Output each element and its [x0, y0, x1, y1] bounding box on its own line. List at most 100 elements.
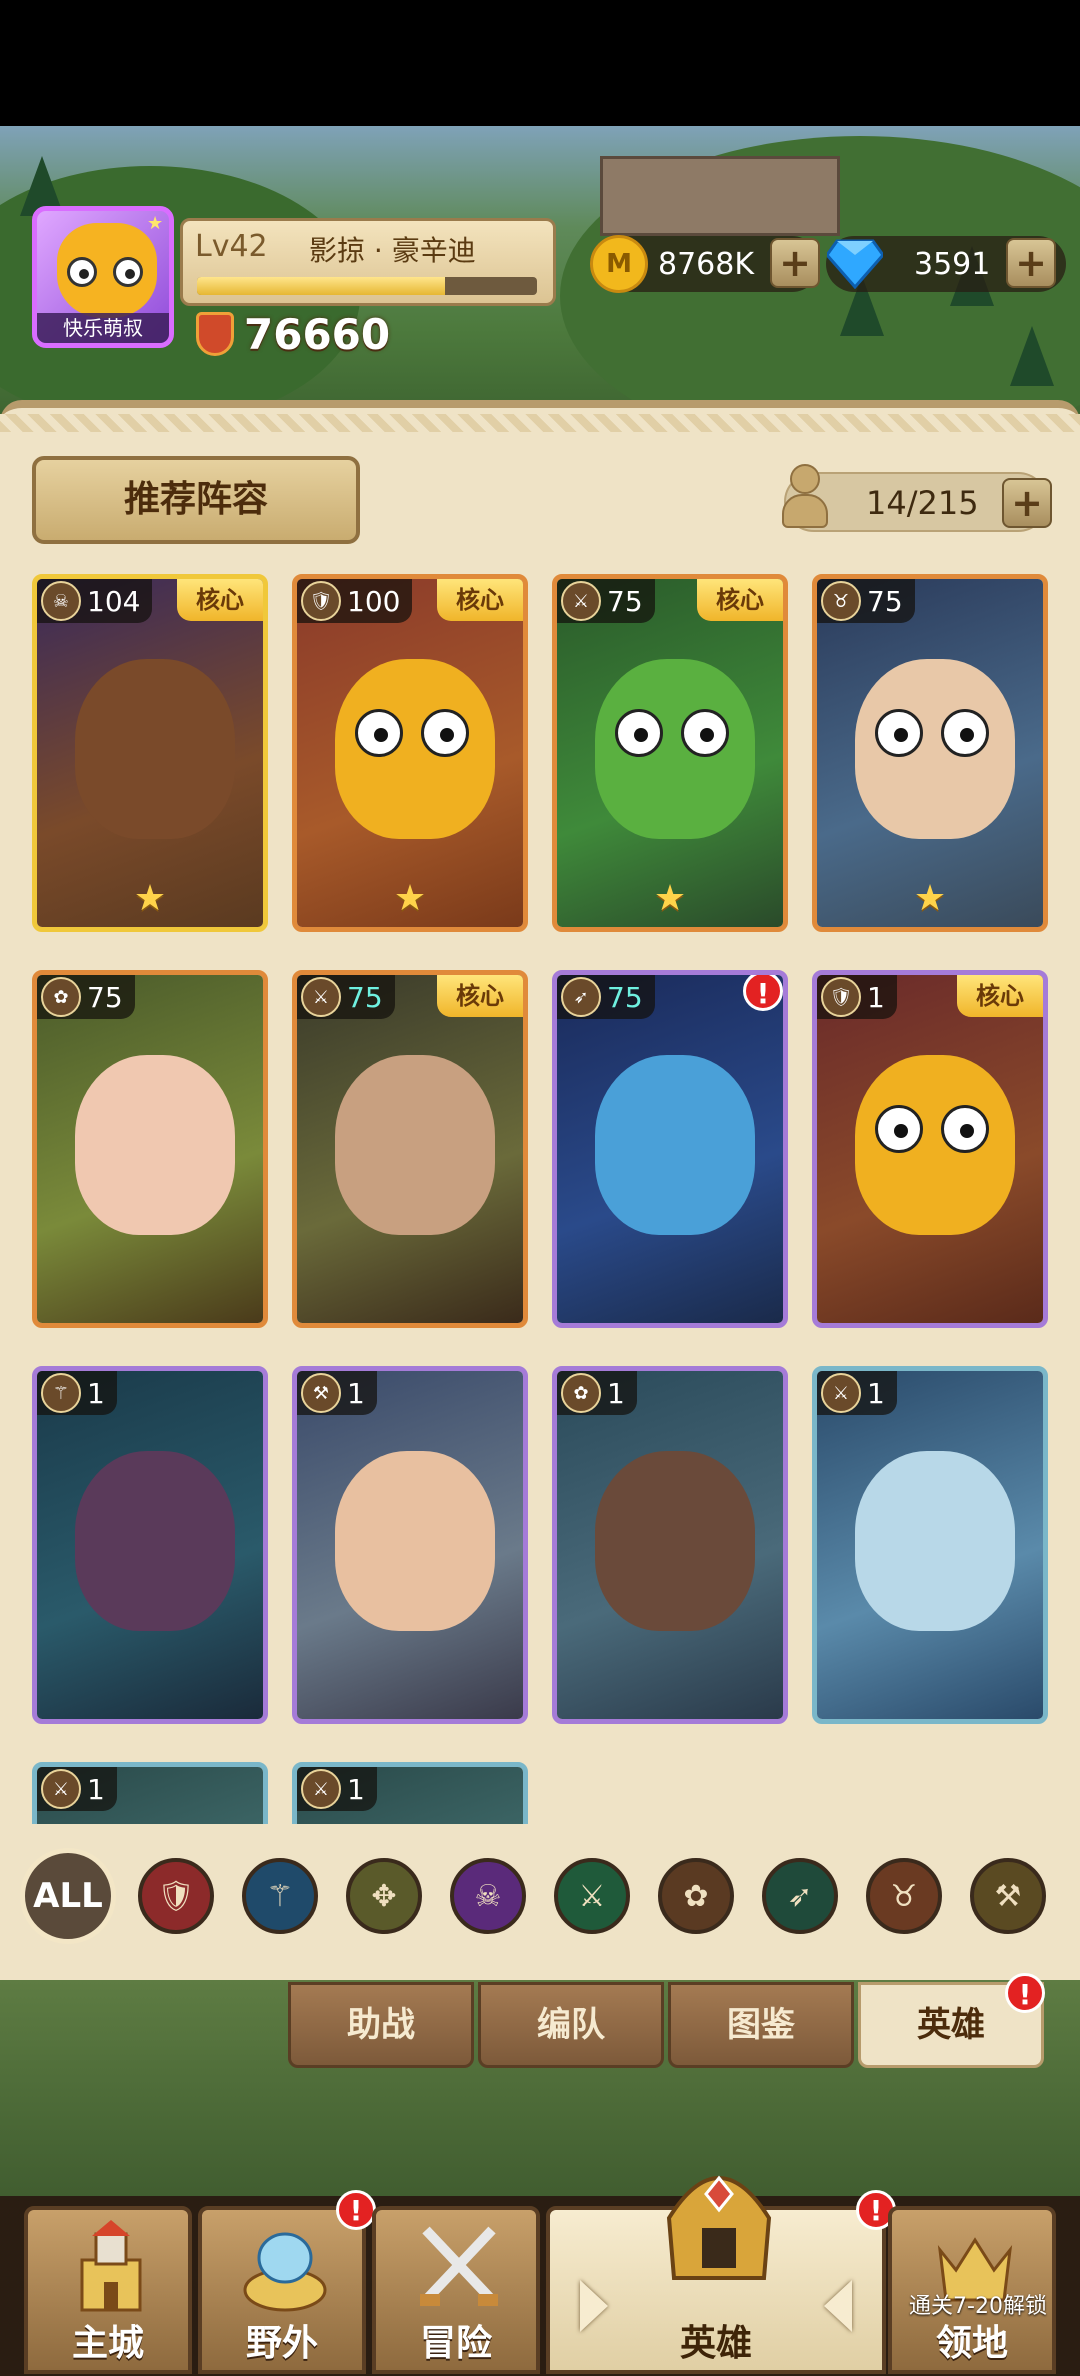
crossed-swords-icon: ⚔ — [821, 1373, 861, 1413]
hero-level-badge: ⚔ 75 — [557, 579, 655, 623]
hero-level-badge: ⚒ 1 — [297, 1371, 377, 1415]
gold-coin-icon: M — [590, 235, 648, 293]
add-hero-slot-button[interactable]: + — [1002, 478, 1052, 528]
nav-wild[interactable]: 野外 ! — [198, 2190, 376, 2374]
crossed-swords-icon: ⚔ — [41, 1769, 81, 1809]
hero-level: 100 — [347, 584, 401, 618]
hero-card[interactable]: ☠ 104 核心 ★ — [32, 574, 268, 932]
hero-card[interactable]: ⚔ 1 — [812, 1366, 1048, 1724]
tab-codex[interactable]: 图鉴 — [668, 1982, 854, 2068]
star-icon: ★ — [147, 213, 164, 234]
tab-formation[interactable]: 编队 — [478, 1982, 664, 2068]
shield-icon: 🛡 — [301, 581, 341, 621]
hero-level-badge: ⚔ 75 — [297, 975, 395, 1019]
player-info-panel[interactable]: Lv42 影掠 · 豪辛迪 — [180, 218, 556, 306]
hero-card[interactable]: ⚔ 75 核心 — [292, 970, 528, 1328]
player-avatar[interactable]: ★ 快乐萌叔 — [32, 206, 174, 348]
nav-adventure[interactable]: 冒险 — [372, 2206, 540, 2374]
hero-portrait — [37, 579, 263, 927]
hero-portrait — [37, 975, 263, 1323]
hero-card[interactable]: ♉ 75 ★ — [812, 574, 1048, 932]
hero-card[interactable]: 🛡 1 核心 — [812, 970, 1048, 1328]
add-diamond-button[interactable]: + — [1006, 238, 1056, 288]
hero-level: 1 — [87, 1772, 105, 1806]
filter-horned-skull-icon[interactable]: ♉ — [866, 1858, 942, 1934]
hero-level: 75 — [607, 980, 643, 1014]
crossed-swords-icon — [416, 2220, 502, 2320]
hero-level-badge: ♉ 75 — [817, 579, 915, 623]
tab-assist[interactable]: 助战 — [288, 1982, 474, 2068]
hero-card[interactable]: ✿ 1 — [552, 1366, 788, 1724]
hero-portrait — [557, 1371, 783, 1719]
hero-level: 1 — [607, 1376, 625, 1410]
hero-level: 75 — [87, 980, 123, 1014]
skull-icon: ☠ — [41, 581, 81, 621]
star-icon: ★ — [913, 878, 947, 919]
hero-level: 1 — [867, 1376, 885, 1410]
hero-portrait — [557, 579, 783, 927]
hero-tab-alert-icon: ! — [1005, 1973, 1045, 2013]
filter-winged-icon[interactable]: ✥ — [346, 1858, 422, 1934]
hero-grid: ☠ 104 核心 ★ 🛡 100 核心 ★ ⚔ 75 核心 ★ ♉ 75 ★ ✿ 75 ⚔ 75 核心 ➶ 75! 🛡 1 核心… — [32, 574, 1052, 1824]
hero-card[interactable]: ⚒ 1 — [292, 1366, 528, 1724]
filter-all-button[interactable]: ALL — [20, 1848, 116, 1944]
hero-card[interactable]: ⚚ 1 — [32, 1366, 268, 1724]
wild-alert-icon: ! — [336, 2190, 376, 2230]
player-name: 影掠 · 豪辛迪 — [309, 234, 476, 267]
exp-bar — [197, 277, 537, 295]
filter-bow-icon[interactable]: ➶ — [762, 1858, 838, 1934]
hero-portrait — [297, 1371, 523, 1719]
filter-shield-icon[interactable]: 🛡 — [138, 1858, 214, 1934]
castle-icon — [68, 2220, 154, 2320]
shield-icon: 🛡 — [821, 977, 861, 1017]
hero-card[interactable]: ⚔ 1 — [292, 1762, 528, 1824]
portal-icon — [242, 2220, 328, 2320]
core-tag: 核心 — [697, 579, 783, 621]
nav-hero[interactable]: 英雄 ! — [546, 2175, 896, 2374]
diamond-icon — [826, 235, 884, 293]
hero-level-badge: 🛡 100 — [297, 579, 413, 623]
crossed-swords-icon: ⚔ — [561, 581, 601, 621]
hero-alert-icon: ! — [743, 975, 783, 1011]
core-tag: 核心 — [177, 579, 263, 621]
nav-main-city[interactable]: 主城 — [24, 2206, 192, 2374]
paw-icon: ✿ — [41, 977, 81, 1017]
diamond-value: 3591 — [914, 246, 991, 282]
hero-card[interactable]: ➶ 75! — [552, 970, 788, 1328]
hero-level-badge: ✿ 75 — [37, 975, 135, 1019]
status-bar-area — [0, 0, 1080, 126]
exp-fill — [197, 277, 446, 295]
axe-icon: ⚒ — [301, 1373, 341, 1413]
hero-level-badge: ⚚ 1 — [37, 1371, 117, 1415]
avatar-name: 快乐萌叔 — [37, 313, 169, 343]
hero-level: 1 — [347, 1772, 365, 1806]
gold-value: 8768K — [658, 246, 755, 282]
recommend-lineup-button[interactable]: 推荐阵容 — [32, 456, 360, 544]
tab-hero[interactable]: 英雄 ! — [858, 1973, 1045, 2068]
filter-staff-icon[interactable]: ⚚ — [242, 1858, 318, 1934]
add-gold-button[interactable]: + — [770, 238, 820, 288]
hero-level-badge: ✿ 1 — [557, 1371, 637, 1415]
hero-level: 104 — [87, 584, 141, 618]
hero-card[interactable]: ⚔ 1 — [32, 1762, 268, 1824]
hero-portrait — [817, 975, 1043, 1323]
hero-portrait — [297, 975, 523, 1323]
hero-portrait — [557, 975, 783, 1323]
hero-portrait — [817, 579, 1043, 927]
filter-paw-icon[interactable]: ✿ — [658, 1858, 734, 1934]
player-level: Lv42 — [195, 229, 268, 264]
filter-hammer-icon[interactable]: ⚒ — [970, 1858, 1046, 1934]
filter-crossed-swords-icon[interactable]: ⚔ — [554, 1858, 630, 1934]
hero-level: 75 — [607, 584, 643, 618]
bow-icon: ➶ — [561, 977, 601, 1017]
hero-card[interactable]: ✿ 75 — [32, 970, 268, 1328]
filter-skull-icon[interactable]: ☠ — [450, 1858, 526, 1934]
hero-card[interactable]: 🛡 100 核心 ★ — [292, 574, 528, 932]
nav-territory[interactable]: 通关7-20解锁 领地 — [888, 2206, 1056, 2374]
hero-card[interactable]: ⚔ 75 核心 ★ — [552, 574, 788, 932]
hero-level-badge: ⚔ 1 — [37, 1767, 117, 1811]
person-icon — [778, 464, 834, 534]
hero-level-badge: ⚔ 1 — [297, 1767, 377, 1811]
hero-level: 1 — [347, 1376, 365, 1410]
power-value: 76660 — [244, 309, 391, 359]
